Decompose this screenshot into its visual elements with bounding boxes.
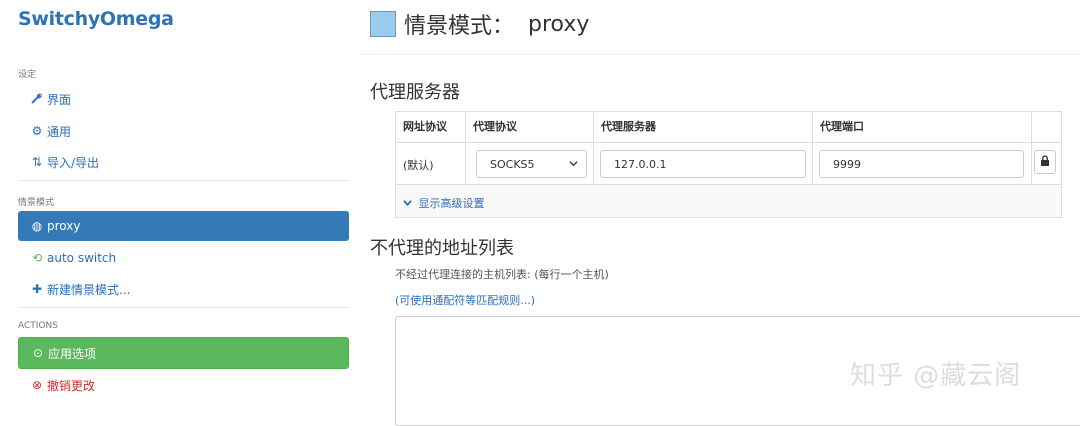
table-divider	[593, 112, 594, 185]
sidebar-item-label: 导入/导出	[47, 155, 100, 170]
sidebar-item-auto-switch[interactable]: ⟲ auto switch	[18, 243, 349, 273]
plus-icon: ✚	[31, 282, 43, 296]
profiles-section-header: 情景模式	[18, 198, 55, 208]
settings-section-header: 设定	[18, 70, 37, 80]
column-header-scheme: 网址协议	[403, 120, 447, 133]
gear-icon: ⚙	[31, 124, 43, 138]
sidebar-item-general[interactable]: ⚙ 通用	[18, 116, 349, 146]
chevron-down-icon	[569, 159, 578, 171]
watermark: 知乎 @藏云阁	[850, 361, 1022, 391]
proxy-port-value: 9999	[833, 157, 861, 171]
table-divider	[465, 112, 466, 185]
profile-color-swatch[interactable]	[370, 11, 396, 37]
proxy-protocol-select[interactable]: SOCKS5	[476, 150, 587, 178]
column-header-port: 代理端口	[820, 120, 864, 133]
apply-options-button[interactable]: ⊙ 应用选项	[18, 337, 349, 369]
wildcard-rules-link[interactable]: (可使用通配符等匹配规则...)	[395, 292, 535, 308]
sidebar-item-label: 通用	[47, 124, 72, 139]
table-divider	[1031, 112, 1032, 185]
cancel-circle-icon: ⊗	[31, 378, 43, 392]
discard-changes-label: 撤销更改	[47, 378, 96, 393]
check-circle-icon: ⊙	[32, 346, 44, 360]
sidebar: SwitchyOmega 设定 界面 ⚙ 通用 ⇅ 导入/导出 情景模式 ◍ p…	[0, 0, 362, 419]
proxy-server-input[interactable]: 127.0.0.1	[600, 150, 806, 178]
table-divider	[812, 112, 813, 185]
proxy-server-value: 127.0.0.1	[614, 157, 667, 171]
proxy-servers-table: 网址协议 代理协议 代理服务器 代理端口 (默认) SOCKS5 127.0.0…	[395, 111, 1062, 218]
sidebar-item-label: 界面	[47, 92, 72, 107]
column-header-protocol: 代理协议	[473, 120, 517, 133]
proxy-protocol-value: SOCKS5	[490, 157, 535, 171]
sidebar-item-interface[interactable]: 界面	[18, 84, 349, 114]
bypass-help-text: 不经过代理连接的主机列表: (每行一个主机)	[395, 268, 609, 281]
title-divider	[362, 54, 1080, 55]
show-advanced-label: 显示高级设置	[418, 197, 485, 210]
sidebar-item-label: auto switch	[47, 251, 117, 265]
globe-icon: ◍	[31, 219, 43, 233]
sidebar-item-label: 新建情景模式...	[47, 282, 131, 297]
lock-icon	[1040, 155, 1050, 169]
main-panel: 情景模式： proxy 代理服务器 网址协议 代理协议 代理服务器 代理端口 (…	[362, 0, 1080, 426]
proxy-servers-heading: 代理服务器	[370, 82, 460, 103]
sidebar-item-new-profile[interactable]: ✚ 新建情景模式...	[18, 274, 349, 304]
chevron-down-icon	[403, 197, 412, 210]
advanced-settings-row: 显示高级设置	[396, 185, 1061, 217]
sidebar-item-proxy[interactable]: ◍ proxy	[18, 211, 349, 241]
sidebar-item-label: proxy	[47, 219, 81, 233]
column-header-server: 代理服务器	[601, 120, 656, 133]
actions-section-header: ACTIONS	[18, 321, 58, 331]
show-advanced-link[interactable]: 显示高级设置	[403, 195, 485, 211]
proxy-port-input[interactable]: 9999	[819, 150, 1024, 178]
discard-changes-button[interactable]: ⊗ 撤销更改	[18, 370, 349, 400]
scheme-cell: (默认)	[403, 159, 434, 172]
sidebar-item-import-export[interactable]: ⇅ 导入/导出	[18, 147, 349, 177]
profile-name: proxy	[528, 11, 590, 37]
page-title-label: 情景模式：	[404, 14, 515, 39]
page-title: 情景模式： proxy	[370, 8, 589, 40]
sidebar-divider	[18, 307, 349, 308]
auth-lock-button[interactable]	[1034, 150, 1056, 174]
table-divider	[396, 142, 1061, 143]
app-brand: SwitchyOmega	[18, 8, 174, 30]
apply-options-label: 应用选项	[48, 346, 97, 361]
bypass-list-heading: 不代理的地址列表	[370, 238, 514, 259]
switch-icon: ⟲	[31, 251, 43, 265]
wrench-icon	[30, 93, 44, 105]
import-export-icon: ⇅	[31, 155, 43, 169]
sidebar-divider	[18, 180, 349, 181]
